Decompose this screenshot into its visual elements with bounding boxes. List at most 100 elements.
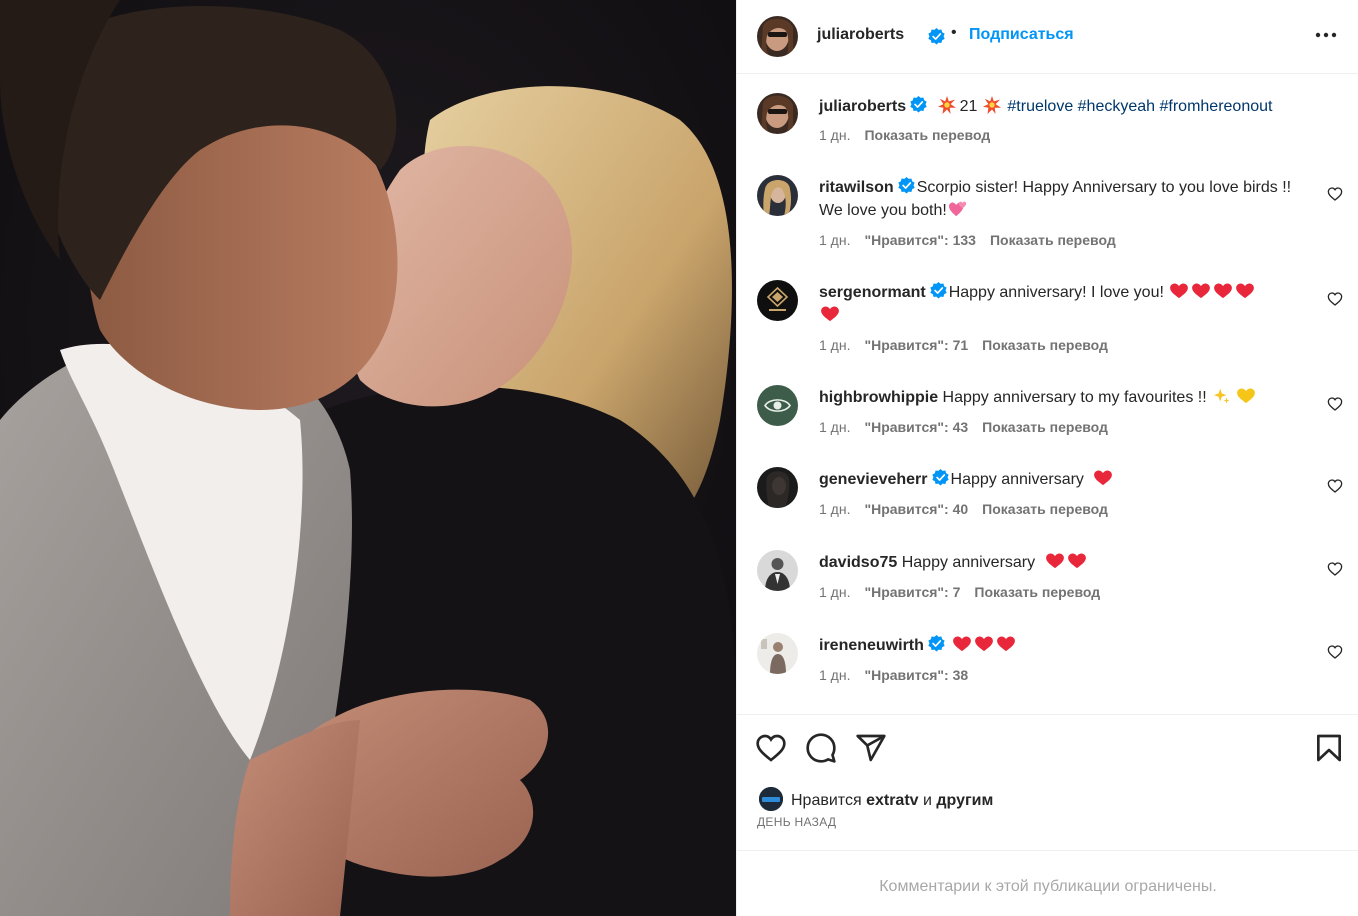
comment-likes[interactable]: "Нравится": 38 [864, 667, 968, 683]
red-heart-icon [1067, 553, 1086, 569]
comment-time[interactable]: 1 дн. [819, 337, 850, 353]
commenter-username[interactable]: ritawilson [819, 179, 894, 196]
caption-hashtags[interactable]: #truelove #heckyeah #fromhereonout [1007, 98, 1272, 115]
likes-user[interactable]: extratv [866, 792, 918, 809]
red-heart-icon [997, 636, 1016, 652]
comment-item: ritawilson Scorpio sister! Happy Annivers… [737, 175, 1358, 255]
commenter-avatar[interactable] [757, 633, 798, 674]
more-options-icon[interactable] [1313, 22, 1339, 48]
heart-icon[interactable] [1327, 396, 1343, 412]
comment-likes[interactable]: "Нравится": 71 [864, 337, 968, 353]
collision-icon [983, 96, 1002, 114]
commenter-avatar[interactable] [757, 467, 798, 508]
heart-icon[interactable] [1327, 478, 1343, 494]
follow-button[interactable]: Подписаться [969, 26, 1074, 44]
caption-meta: 1 дн. Показать перевод [819, 127, 1004, 143]
commenter-avatar[interactable] [757, 175, 798, 216]
comment-text: sergenormant Happy anniversary! I love yo… [819, 281, 1309, 327]
comment-meta: 1 дн. "Нравится": 43 Показать перевод [819, 419, 1122, 435]
comment-time[interactable]: 1 дн. [819, 584, 850, 600]
post-side-panel: juliaroberts • Подписаться juliaroberts … [736, 0, 1358, 916]
caption-translate-link[interactable]: Показать перевод [864, 127, 990, 143]
comment-text: davidso75 Happy anniversary [819, 551, 1309, 574]
caption-avatar[interactable] [757, 93, 798, 134]
comment-text: ireneneuwirth [819, 634, 1309, 657]
comment-body: Happy anniversary [901, 554, 1036, 571]
yellow-heart-icon [1237, 388, 1255, 404]
comment-likes[interactable]: "Нравится": 40 [864, 501, 968, 517]
commenter-username[interactable]: sergenormant [819, 284, 926, 301]
commenter-username[interactable]: ireneneuwirth [819, 637, 924, 654]
likes-others[interactable]: другим [936, 792, 993, 809]
heart-icon[interactable] [1327, 186, 1343, 202]
comment-meta: 1 дн. "Нравится": 40 Показать перевод [819, 501, 1122, 517]
author-avatar[interactable] [757, 16, 798, 57]
bookmark-icon[interactable] [1313, 732, 1345, 764]
red-heart-icon [1170, 283, 1189, 299]
header-separator: • [951, 24, 957, 41]
red-heart-icon [1192, 283, 1211, 299]
share-icon[interactable] [855, 732, 887, 764]
heart-icon[interactable] [1327, 291, 1343, 307]
commenter-avatar[interactable] [757, 280, 798, 321]
comment-body: Happy anniversary [950, 471, 1084, 488]
comments-limited-notice: Комментарии к этой публикации ограничены… [879, 878, 1217, 895]
comment-translate-link[interactable]: Показать перевод [982, 501, 1108, 517]
verified-icon [928, 635, 945, 652]
comment-translate-link[interactable]: Показать перевод [982, 337, 1108, 353]
comment-likes[interactable]: "Нравится": 43 [864, 419, 968, 435]
post-photo[interactable] [0, 0, 736, 916]
verified-icon [910, 96, 927, 113]
red-heart-icon [953, 636, 972, 652]
comment-likes[interactable]: "Нравится": 133 [864, 232, 975, 248]
comments-list[interactable]: juliaroberts 21 #truelove #heckyeah #from… [737, 75, 1358, 713]
collision-icon [937, 96, 956, 114]
post-actions: Нравится extratv и другим ДЕНЬ НАЗАД [737, 714, 1358, 850]
heart-icon[interactable] [1327, 644, 1343, 660]
caption-time[interactable]: 1 дн. [819, 127, 850, 143]
commenter-avatar[interactable] [757, 385, 798, 426]
liker-avatar[interactable] [759, 787, 783, 811]
comment-meta: 1 дн. "Нравится": 71 Показать перевод [819, 337, 1122, 353]
post-time[interactable]: ДЕНЬ НАЗАД [757, 815, 836, 829]
photo-image [0, 0, 736, 916]
comment-translate-link[interactable]: Показать перевод [974, 584, 1100, 600]
red-heart-icon [821, 306, 839, 322]
author-username[interactable]: juliaroberts [817, 26, 904, 44]
caption-username[interactable]: juliaroberts [819, 98, 906, 115]
comment-meta: 1 дн. "Нравится": 133 Показать перевод [819, 232, 1130, 248]
comments-footer: Комментарии к этой публикации ограничены… [737, 850, 1358, 916]
caption-number: 21 [959, 98, 978, 115]
sparkles-icon [1214, 388, 1230, 404]
comment-time[interactable]: 1 дн. [819, 667, 850, 683]
commenter-avatar[interactable] [757, 550, 798, 591]
comment-time[interactable]: 1 дн. [819, 232, 850, 248]
comment-body: Happy anniversary! I love you! [948, 284, 1164, 301]
commenter-username[interactable]: genevieveherr [819, 471, 928, 488]
heart-icon[interactable] [1327, 561, 1343, 577]
comment-meta: 1 дн. "Нравится": 38 [819, 667, 982, 683]
comment-time[interactable]: 1 дн. [819, 419, 850, 435]
verified-icon [930, 282, 947, 299]
red-heart-icon [1045, 553, 1064, 569]
caption-text: juliaroberts 21 #truelove #heckyeah #from… [819, 95, 1339, 118]
comment-translate-link[interactable]: Показать перевод [982, 419, 1108, 435]
red-heart-icon [975, 636, 994, 652]
verified-icon [898, 177, 915, 194]
red-heart-icon [1214, 283, 1233, 299]
comment-time[interactable]: 1 дн. [819, 501, 850, 517]
post-header: juliaroberts • Подписаться [737, 0, 1358, 74]
two-hearts-icon [948, 201, 966, 217]
like-heart-icon[interactable] [755, 732, 787, 764]
comment-item: genevieveherr Happy anniversary 1 дн. "Нра… [737, 467, 1358, 529]
comment-text: genevieveherr Happy anniversary [819, 468, 1309, 491]
commenter-username[interactable]: davidso75 [819, 554, 897, 571]
comment-item: sergenormant Happy anniversary! I love yo… [737, 280, 1358, 360]
likes-summary[interactable]: Нравится extratv и другим [759, 787, 993, 811]
comment-icon[interactable] [805, 732, 837, 764]
comment-translate-link[interactable]: Показать перевод [990, 232, 1116, 248]
comment-meta: 1 дн. "Нравится": 7 Показать перевод [819, 584, 1114, 600]
comment-likes[interactable]: "Нравится": 7 [864, 584, 960, 600]
commenter-username[interactable]: highbrowhippie [819, 389, 938, 406]
comment-item: ireneneuwirth 1 дн. "Нравится": 38 [737, 633, 1358, 695]
